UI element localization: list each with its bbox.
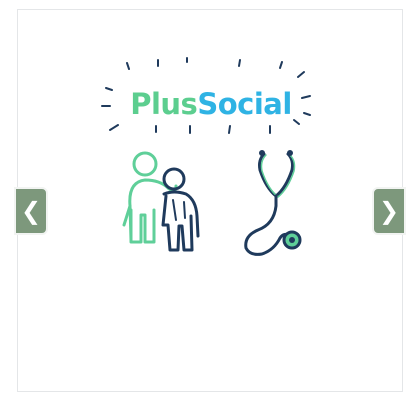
carousel-slide: PlusSocial xyxy=(18,10,404,393)
logo-plus-text: Plus xyxy=(130,87,198,121)
chevron-right-icon: ❯ xyxy=(378,197,400,225)
carousel-prev-button[interactable]: ❮ xyxy=(14,187,48,235)
carousel-next-button[interactable]: ❯ xyxy=(372,187,406,235)
stethoscope-icon xyxy=(244,150,302,256)
carousel-frame: PlusSocial xyxy=(17,9,403,392)
plussocial-logo-graphic xyxy=(101,57,311,256)
chevron-left-icon: ❮ xyxy=(20,197,42,225)
two-people-icon xyxy=(122,151,200,252)
plussocial-logo: PlusSocial xyxy=(18,86,404,122)
logo-social-text: Social xyxy=(197,87,292,121)
